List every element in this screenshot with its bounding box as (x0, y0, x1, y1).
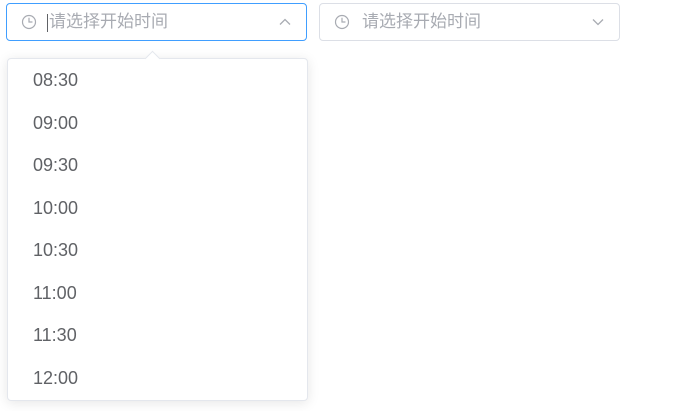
start-time-select[interactable] (6, 3, 307, 41)
end-time-select[interactable] (319, 3, 620, 41)
time-option[interactable]: 11:30 (8, 314, 307, 357)
time-option[interactable]: 09:30 (8, 144, 307, 187)
end-time-input[interactable] (362, 5, 577, 39)
time-option[interactable]: 10:00 (8, 187, 307, 230)
chevron-up-icon[interactable] (278, 15, 292, 29)
time-option[interactable]: 12:00 (8, 357, 307, 400)
time-option[interactable]: 11:00 (8, 272, 307, 315)
time-option[interactable]: 10:30 (8, 229, 307, 272)
clock-icon (21, 14, 37, 30)
start-time-input[interactable] (49, 5, 264, 39)
time-option[interactable]: 08:30 (8, 59, 307, 102)
text-caret (47, 14, 48, 32)
chevron-down-icon[interactable] (591, 15, 605, 29)
clock-icon (334, 14, 350, 30)
time-options-dropdown: 08:30 09:00 09:30 10:00 10:30 11:00 11:3… (7, 58, 308, 401)
time-option[interactable]: 09:00 (8, 102, 307, 145)
